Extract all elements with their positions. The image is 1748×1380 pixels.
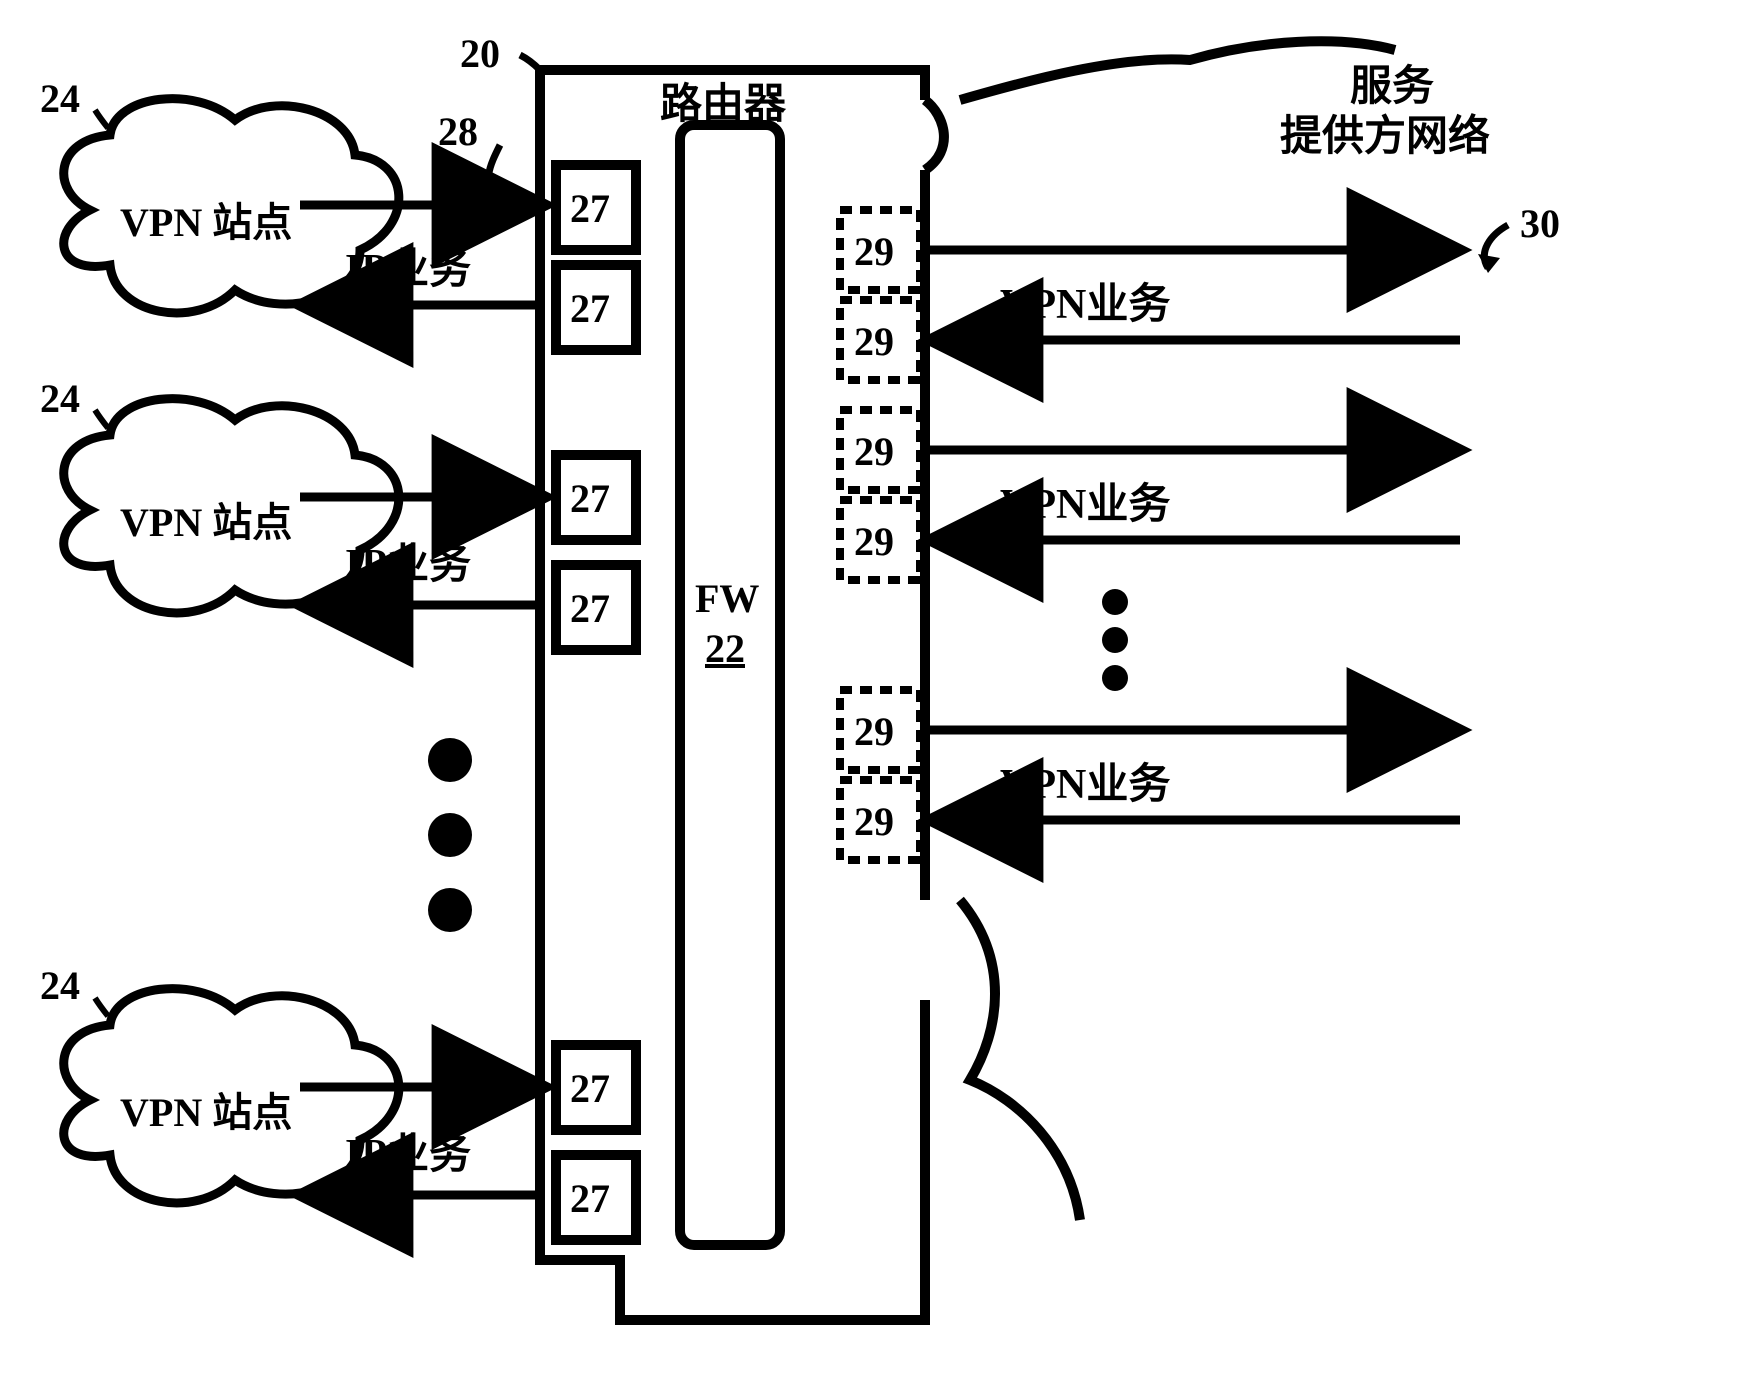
cloud-label-1: VPN 站点 (120, 190, 292, 248)
port29-1a: 29 (854, 228, 894, 275)
port27-1a: 27 (570, 185, 610, 232)
num-28-arrow (488, 145, 510, 210)
port27-1b: 27 (570, 285, 610, 332)
port27-2a: 27 (570, 475, 610, 522)
port29-3b: 29 (854, 798, 894, 845)
cloud-label-3: VPN 站点 (120, 1080, 292, 1138)
num-28: 28 (438, 108, 478, 155)
cloud-num-1: 24 (40, 75, 80, 122)
vpn-traffic-1: VPN业务 (1000, 270, 1170, 331)
port27-3b: 27 (570, 1175, 610, 1222)
port27-3a: 27 (570, 1065, 610, 1112)
ip-traffic-1: IP业务 (345, 235, 471, 296)
ellipsis-right (1102, 589, 1128, 691)
fw-box (680, 125, 780, 1245)
port29-2a: 29 (854, 428, 894, 475)
right-arrows (930, 250, 1460, 820)
fw-label: FW (695, 575, 759, 622)
cloud-num-2: 24 (40, 375, 80, 422)
ellipsis-left (428, 738, 472, 932)
vpn-traffic-3: VPN业务 (1000, 750, 1170, 811)
ip-traffic-3: IP业务 (345, 1120, 471, 1181)
port29-1b: 29 (854, 318, 894, 365)
router-num: 20 (460, 30, 500, 77)
router-title: 路由器 (660, 70, 786, 131)
num-30-arrow (1478, 225, 1508, 273)
port29-2b: 29 (854, 518, 894, 565)
port27-2b: 27 (570, 585, 610, 632)
cloud-num-3: 24 (40, 962, 80, 1009)
vpn-traffic-2: VPN业务 (1000, 470, 1170, 531)
ip-traffic-2: IP业务 (345, 530, 471, 591)
provider-network-cloud (925, 41, 1395, 1220)
fw-num: 22 (705, 625, 745, 672)
provider-label-2: 提供方网络 (1280, 102, 1490, 163)
port29-3a: 29 (854, 708, 894, 755)
cloud-label-2: VPN 站点 (120, 490, 292, 548)
num-30: 30 (1520, 200, 1560, 247)
